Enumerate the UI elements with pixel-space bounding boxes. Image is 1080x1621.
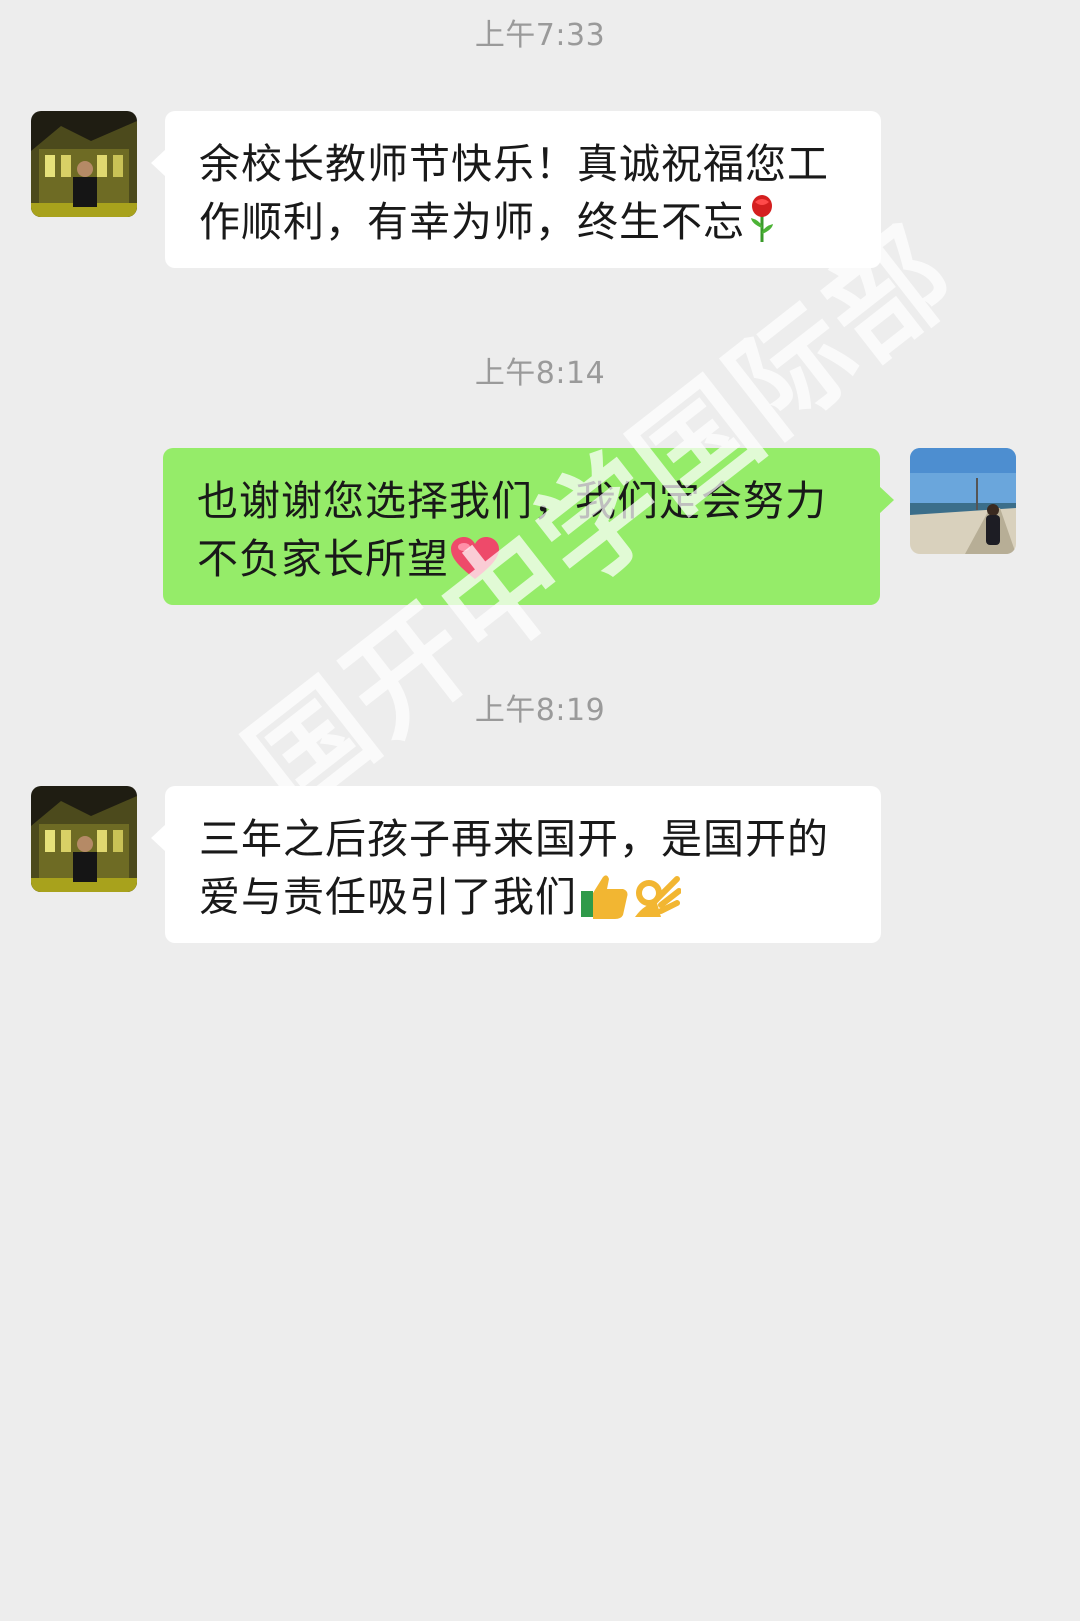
message-line: 爱与责任吸引了我们 [199, 868, 851, 934]
rose-emoji [747, 194, 777, 259]
thumbs-up-emoji [579, 873, 629, 934]
heart-emoji [451, 537, 499, 596]
contact-avatar[interactable] [31, 786, 137, 892]
message-line: 也谢谢您选择我们，我们定会努力 [197, 477, 827, 525]
message-line-text: 爱与责任吸引了我们 [199, 873, 577, 921]
message-line: 余校长教师节快乐！真诚祝福您工 [199, 140, 829, 188]
outgoing-message-bubble[interactable]: 也谢谢您选择我们，我们定会努力 不负家长所望 [163, 448, 894, 605]
ok-hand-emoji [631, 873, 682, 934]
contact-avatar[interactable] [31, 111, 137, 217]
timestamp: 上午8:14 [474, 356, 606, 391]
message-line-text: 不负家长所望 [197, 535, 449, 583]
message-line: 不负家长所望 [197, 530, 850, 596]
my-avatar[interactable] [910, 448, 1016, 554]
timestamp: 上午8:19 [474, 693, 606, 728]
message-line-text: 作顺利，有幸为师，终生不忘 [199, 198, 745, 246]
incoming-message-bubble[interactable]: 三年之后孩子再来国开，是国开的 爱与责任吸引了我们 [151, 786, 881, 943]
message-line: 三年之后孩子再来国开，是国开的 [199, 815, 829, 863]
timestamp: 上午7:33 [474, 18, 606, 53]
incoming-message-bubble[interactable]: 余校长教师节快乐！真诚祝福您工 作顺利，有幸为师，终生不忘 [151, 111, 881, 268]
message-line: 作顺利，有幸为师，终生不忘 [199, 193, 851, 259]
